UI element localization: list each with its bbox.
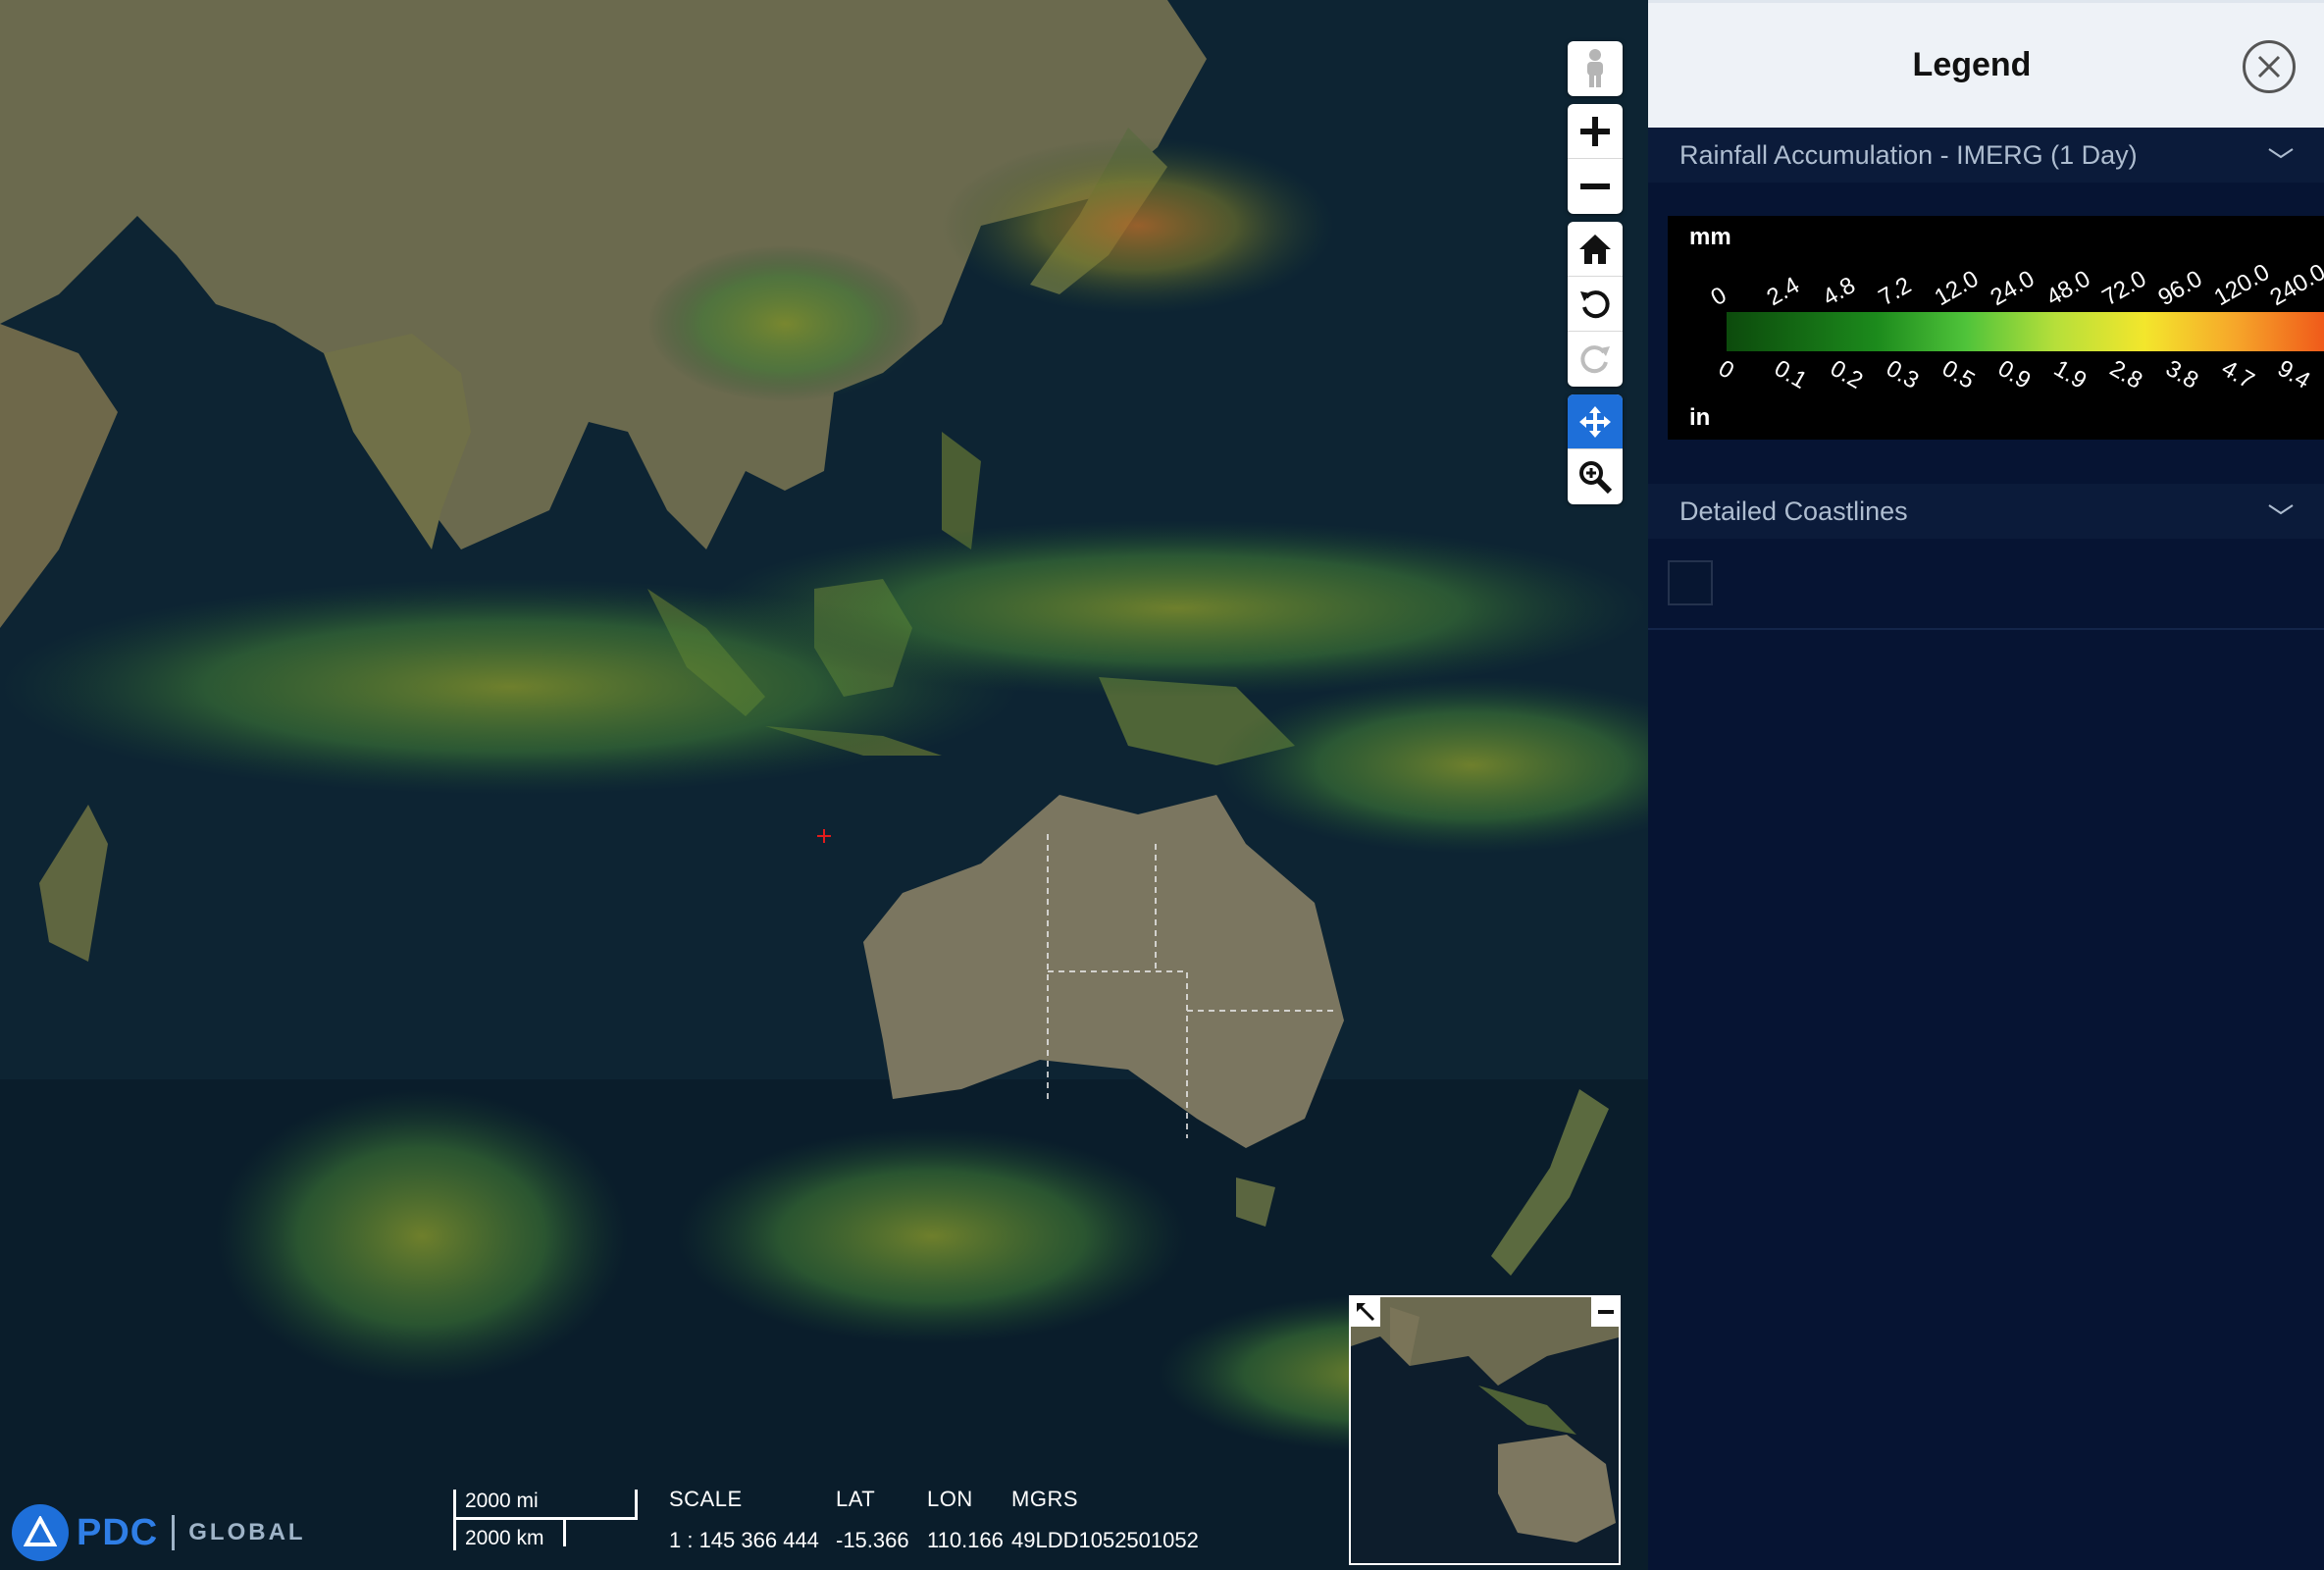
legend-header: Legend [1648, 0, 2324, 128]
mgrs-readout: MGRS 49LDD1052501052 [1011, 1487, 1199, 1553]
pan-button[interactable] [1568, 394, 1623, 449]
rotate-right-button[interactable] [1568, 332, 1623, 387]
zoom-box-button[interactable] [1568, 449, 1623, 504]
pegman-icon [1587, 49, 1603, 87]
scale-bar: 2000 mi 2000 km [453, 1490, 640, 1550]
home-button[interactable] [1568, 222, 1623, 277]
zoom-out-button[interactable] [1568, 159, 1623, 214]
legend-tick-mm: 12.0 [1931, 265, 1984, 311]
lat-readout: LAT -15.366 [836, 1487, 909, 1553]
chevron-down-icon [2268, 148, 2294, 159]
legend-tick-mm: 4.8 [1819, 272, 1860, 311]
rainfall-color-ramp: 0 2.4 4.8 7.2 12.0 24.0 48.0 72.0 96.0 120.0240.0… [1707, 259, 2324, 394]
rainfall-color-legend: mm in 0 2.4 4.8 7.2 12.0 24.0 48.0 72.0 96.0 120.… [1668, 216, 2324, 440]
map-toolbar [1568, 41, 1623, 512]
color-ramp-bar [1727, 312, 2324, 351]
legend-tick-in: 3.8 [2161, 355, 2202, 394]
legend-tick-mm: 72.0 [2098, 265, 2151, 311]
legend-panel: Legend Rainfall Accumulation - IMERG (1 … [1648, 0, 2324, 1570]
legend-tick-mm: 0 [1707, 282, 1731, 311]
pan-icon [1579, 405, 1611, 438]
legend-tick-mm: 24.0 [1987, 265, 2040, 311]
legend-tick-in: 0.1 [1770, 355, 1811, 394]
pdc-global-logo: PDC GLOBAL [12, 1504, 306, 1561]
legend-tick-in: 0 [1714, 355, 1738, 385]
scale-label: SCALE [669, 1487, 743, 1511]
scale-readout: SCALE 1 : 145 366 444 [669, 1487, 819, 1553]
logo-global-text: GLOBAL [188, 1519, 306, 1545]
coastlines-checkbox[interactable] [1668, 560, 1713, 605]
legend-tick-mm: 96.0 [2154, 265, 2207, 311]
rotate-left-icon [1580, 289, 1610, 318]
legend-section-title: Rainfall Accumulation - IMERG (1 Day) [1679, 140, 2138, 170]
legend-tick-mm: 120.0 [2210, 259, 2275, 311]
logo-pdc-text: PDC [77, 1511, 159, 1553]
lon-label: LON [927, 1487, 973, 1511]
mgrs-label: MGRS [1011, 1487, 1078, 1511]
legend-tick-in: 1.9 [2049, 355, 2091, 394]
legend-section-coastlines[interactable]: Detailed Coastlines [1648, 484, 2324, 539]
lat-label: LAT [836, 1487, 876, 1511]
logo-divider [172, 1515, 176, 1550]
home-icon [1579, 234, 1611, 264]
legend-tick-mm: 7.2 [1875, 272, 1916, 311]
section-divider [1648, 628, 2324, 630]
overview-expand-button[interactable] [1351, 1297, 1380, 1327]
legend-close-button[interactable] [2243, 40, 2296, 93]
close-icon [2257, 55, 2281, 78]
zoom-in-button[interactable] [1568, 104, 1623, 159]
scale-bar-km: 2000 km [465, 1527, 544, 1549]
mgrs-value: 49LDD1052501052 [1011, 1528, 1199, 1552]
legend-tick-mm: 48.0 [2042, 265, 2095, 311]
street-view-button[interactable] [1568, 41, 1623, 96]
map-view[interactable]: PDC GLOBAL 2000 mi 2000 km SCALE 1 : 145… [0, 0, 1648, 1570]
zoom-in-icon [1580, 116, 1610, 146]
scale-value: 1 : 145 366 444 [669, 1528, 819, 1552]
legend-tick-mm: 240.0 [2266, 259, 2324, 311]
legend-tick-in: 4.7 [2217, 355, 2258, 394]
chevron-down-icon [2268, 504, 2294, 515]
lat-value: -15.366 [836, 1528, 909, 1552]
overview-map[interactable] [1349, 1295, 1621, 1565]
lon-readout: LON 110.166 [927, 1487, 1004, 1553]
rotate-left-button[interactable] [1568, 277, 1623, 332]
overview-map-imagery [1351, 1297, 1619, 1563]
legend-section-rainfall[interactable]: Rainfall Accumulation - IMERG (1 Day) [1648, 128, 2324, 183]
expand-icon [1356, 1302, 1375, 1322]
zoom-out-icon [1580, 183, 1610, 189]
legend-tick-mm: 2.4 [1763, 272, 1804, 311]
legend-section-title: Detailed Coastlines [1679, 497, 1908, 526]
overview-collapse-button[interactable] [1591, 1297, 1619, 1327]
legend-tick-in: 0.3 [1882, 355, 1923, 394]
legend-title: Legend [1912, 46, 2032, 83]
legend-tick-in: 0.5 [1937, 355, 1979, 394]
legend-tick-in: 0.9 [1993, 355, 2035, 394]
pdc-logo-icon [12, 1504, 69, 1561]
legend-tick-in: 2.8 [2105, 355, 2146, 394]
lon-value: 110.166 [927, 1528, 1004, 1552]
legend-tick-in: 0.2 [1826, 355, 1867, 394]
scale-bar-miles: 2000 mi [465, 1490, 539, 1512]
rotate-right-icon [1580, 345, 1610, 374]
legend-tick-in: 9.4 [2273, 355, 2314, 394]
zoom-box-icon [1579, 461, 1613, 495]
minus-icon [1598, 1310, 1614, 1314]
